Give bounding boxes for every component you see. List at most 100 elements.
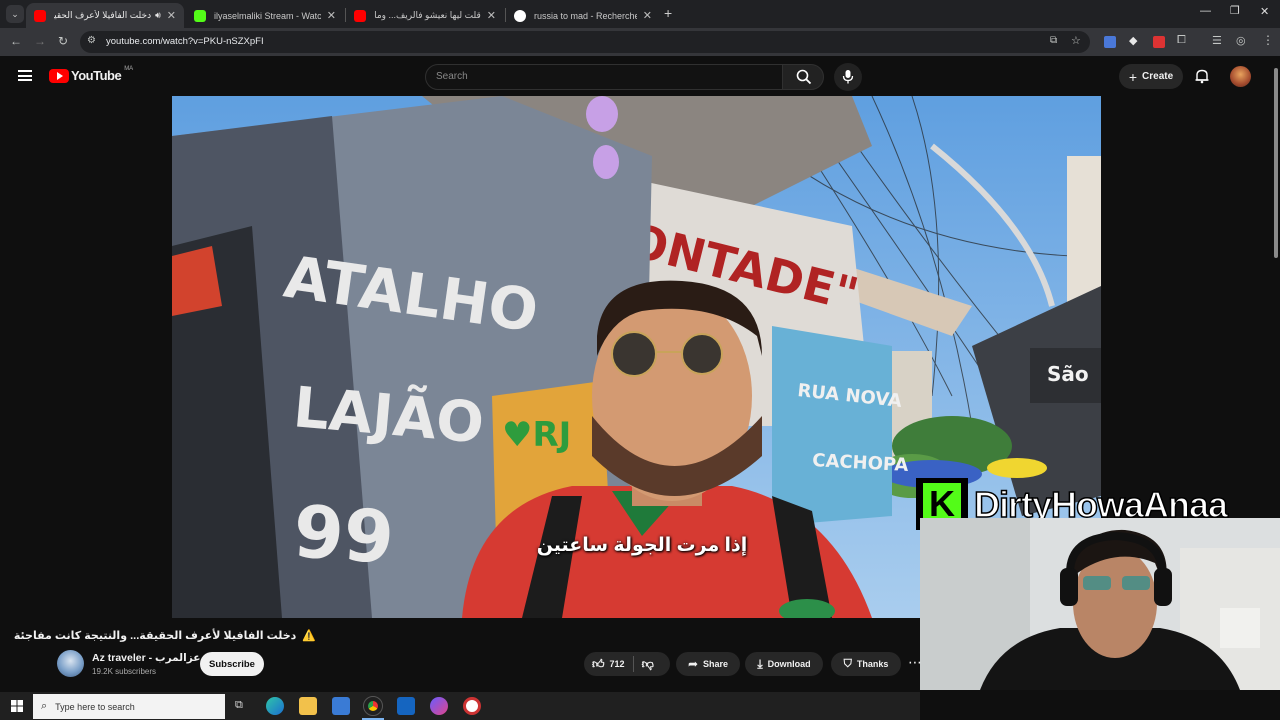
subscriber-count: 19.2K subscribers: [92, 667, 157, 676]
address-bar[interactable]: ⚙ youtube.com/watch?v=PKU-nSZXpFI ⧉ ☆: [80, 31, 1090, 53]
back-icon[interactable]: ←: [10, 34, 22, 48]
tab-google-search[interactable]: russia to mad - Recherche Goo ✕: [506, 3, 660, 28]
tab-kick-stream[interactable]: ilyaselmaliki Stream - Watch Liv ✕: [186, 3, 344, 28]
url-text: youtube.com/watch?v=PKU-nSZXpFI: [106, 36, 264, 47]
youtube-icon: [354, 9, 366, 22]
country-code: MA: [124, 65, 134, 72]
download-icon: ⤓: [757, 656, 763, 671]
search-button[interactable]: [782, 64, 824, 90]
dislike-button[interactable]: 👎︎: [642, 657, 654, 672]
youtube-icon: [34, 9, 46, 22]
site-info-icon[interactable]: ⚙: [87, 35, 96, 46]
youtube-header: YouTube MA Search + Create: [0, 56, 1280, 96]
outlook-icon[interactable]: [397, 697, 415, 715]
notifications-bell-icon[interactable]: [1194, 68, 1210, 84]
close-tab-icon[interactable]: ✕: [487, 9, 496, 22]
edge-icon[interactable]: [266, 697, 284, 715]
taskbar-search-input[interactable]: ⌕ Type here to search: [33, 694, 225, 719]
extension-red-icon[interactable]: [1153, 36, 1165, 48]
microphone-icon: [842, 70, 854, 84]
translate-extension-icon[interactable]: [1104, 36, 1116, 48]
app-icon[interactable]: [463, 697, 481, 715]
extensions-puzzle-icon[interactable]: ⧠: [1177, 34, 1186, 47]
channel-avatar[interactable]: [57, 650, 84, 677]
youtube-logo[interactable]: YouTube MA: [49, 65, 134, 83]
video-subtitle: إذا مرت الجولة ساعتين: [536, 535, 748, 556]
tab-youtube-rif[interactable]: قلت ليها نعيشو فالريف... وما كنت ✕: [346, 3, 504, 28]
more-actions-button[interactable]: ⋯: [908, 654, 922, 671]
warning-icon: ⚠️: [302, 629, 316, 642]
install-app-icon[interactable]: ⧉: [1050, 35, 1057, 46]
messenger-icon[interactable]: [430, 697, 448, 715]
hamburger-menu-icon[interactable]: [18, 70, 32, 81]
webcam-overlay: [920, 518, 1280, 690]
video-title: دخلت الفافيلا لأعرف الحقيقة... والنتيجة …: [13, 629, 297, 642]
like-button[interactable]: 👍︎ 712: [584, 652, 625, 676]
minimize-icon[interactable]: —: [1200, 5, 1211, 17]
browser-toolbar: ← → ↻ ⚙ youtube.com/watch?v=PKU-nSZXpFI …: [0, 28, 1280, 56]
thanks-icon: ⛉: [843, 657, 852, 670]
close-tab-icon[interactable]: ✕: [643, 9, 652, 22]
scrollbar-thumb[interactable]: [1274, 68, 1278, 258]
like-dislike-group: 👍︎ 712 👎︎: [584, 652, 670, 676]
webcam-frame: [920, 518, 1280, 690]
google-icon: [514, 9, 526, 22]
account-avatar[interactable]: [1230, 66, 1251, 87]
extension-diamond-icon[interactable]: ◆: [1129, 34, 1137, 47]
browser-menu-icon[interactable]: ⋮: [1262, 33, 1274, 47]
channel-name[interactable]: Az traveler - عزالمرب: [92, 652, 200, 664]
windows-start-icon[interactable]: [11, 700, 23, 712]
search-input[interactable]: Search: [425, 64, 783, 90]
reading-list-icon[interactable]: ☰: [1212, 34, 1222, 47]
subscribe-button[interactable]: Subscribe: [200, 652, 264, 676]
video-title-row: ⚠️ دخلت الفافيلا لأعرف الحقيقة... والنتي…: [14, 626, 316, 644]
chevron-down-icon: ⌄: [11, 8, 19, 19]
thumbs-up-icon: 👍︎: [592, 656, 605, 671]
tab-title: ilyaselmaliki Stream - Watch Liv: [214, 10, 321, 21]
tab-title: russia to mad - Recherche Goo: [534, 10, 637, 21]
windows-taskbar: ⌕ Type here to search ⧉: [0, 692, 920, 720]
microsoft-store-icon[interactable]: [332, 697, 350, 715]
forward-icon[interactable]: →: [34, 34, 46, 48]
tab-title: دخلت الفافيلا لأعرف الحقيقة...: [54, 10, 152, 20]
create-label: Create: [1142, 71, 1174, 82]
download-label: Download: [767, 659, 811, 669]
youtube-wordmark: YouTube: [71, 68, 122, 83]
sign-sao: São: [1047, 362, 1089, 386]
file-explorer-icon[interactable]: [299, 697, 317, 715]
svg-text:♥RJ: ♥RJ: [502, 415, 571, 455]
thanks-label: Thanks: [856, 659, 889, 669]
speaker-icon[interactable]: 🔊︎: [155, 10, 161, 21]
tab-search-button[interactable]: ⌄: [6, 5, 24, 23]
tab-youtube-favela[interactable]: دخلت الفافيلا لأعرف الحقيقة... 🔊︎ ✕: [26, 3, 184, 28]
like-divider: [632, 656, 634, 672]
tab-title: قلت ليها نعيشو فالريف... وما كنت: [374, 10, 481, 20]
maximize-icon[interactable]: ❐: [1230, 4, 1240, 17]
close-window-icon[interactable]: ✕: [1260, 5, 1269, 18]
search-icon: ⌕: [41, 700, 48, 712]
download-button[interactable]: ⤓ Download: [745, 652, 823, 676]
youtube-play-icon: [49, 68, 69, 83]
bookmark-star-icon[interactable]: ☆: [1071, 34, 1081, 47]
share-icon: ➦: [687, 657, 699, 671]
like-count: 712: [609, 659, 625, 669]
voice-search-button[interactable]: [834, 63, 862, 91]
graffiti-99: 99: [291, 489, 397, 580]
profile-icon[interactable]: ◎: [1236, 34, 1246, 47]
kick-icon: [194, 9, 206, 22]
search-icon: [796, 69, 812, 85]
reload-icon[interactable]: ↻: [58, 34, 68, 48]
task-view-icon[interactable]: ⧉: [235, 699, 243, 712]
close-tab-icon[interactable]: ✕: [167, 9, 176, 22]
taskbar-search-placeholder: Type here to search: [55, 701, 135, 712]
thanks-button[interactable]: ⛉ Thanks: [831, 652, 901, 676]
create-button[interactable]: + Create: [1119, 64, 1183, 89]
plus-icon: +: [1128, 68, 1138, 85]
chrome-icon[interactable]: [363, 696, 383, 716]
new-tab-icon[interactable]: +: [664, 5, 672, 21]
share-button[interactable]: ➦ Share: [676, 652, 740, 676]
search-placeholder: Search: [436, 71, 468, 82]
share-label: Share: [703, 659, 729, 669]
tab-strip: ⌄ دخلت الفافيلا لأعرف الحقيقة... 🔊︎ ✕ il…: [0, 0, 1280, 28]
close-tab-icon[interactable]: ✕: [327, 9, 336, 22]
